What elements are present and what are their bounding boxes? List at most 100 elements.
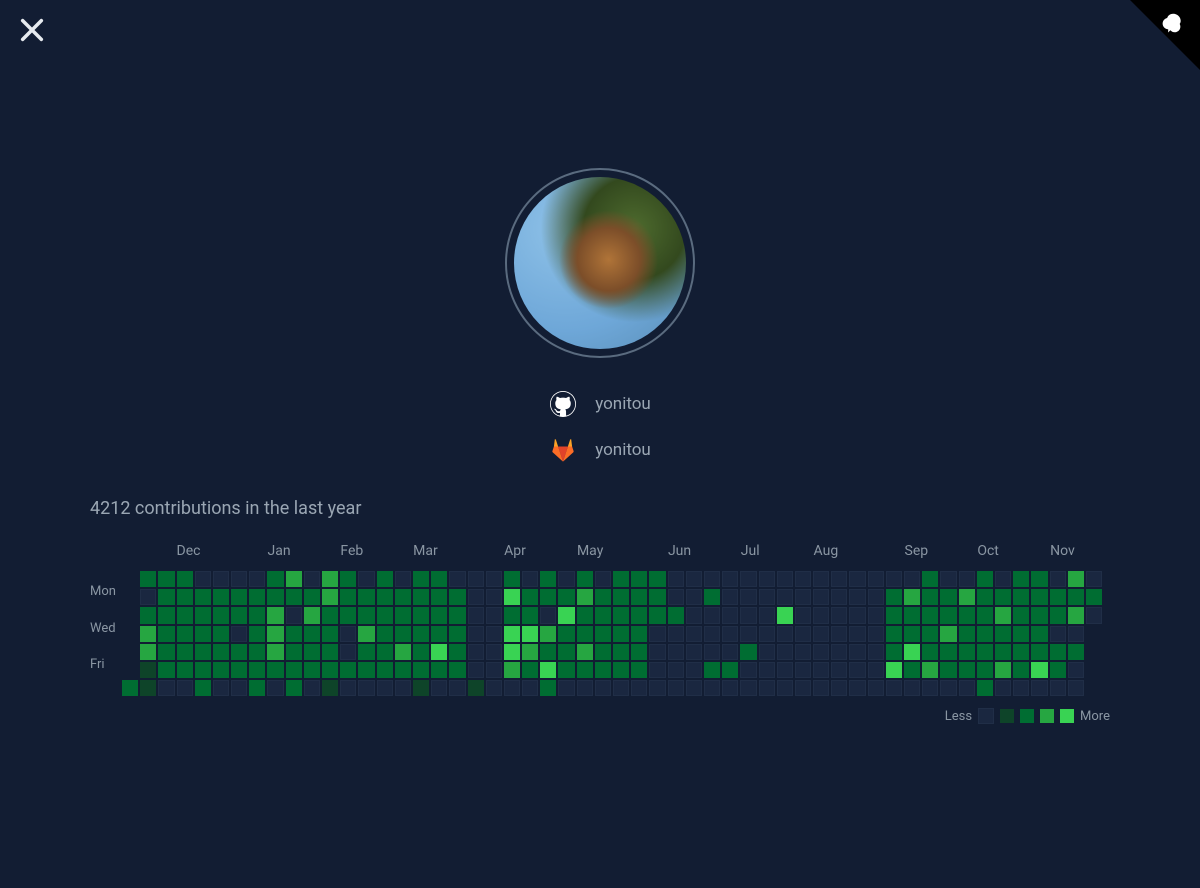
heatmap-day[interactable] <box>340 589 356 605</box>
heatmap-day[interactable] <box>668 662 684 678</box>
heatmap-day[interactable] <box>395 626 411 642</box>
heatmap-day[interactable] <box>449 644 465 660</box>
heatmap-day[interactable] <box>777 680 793 696</box>
heatmap-day[interactable] <box>468 626 484 642</box>
heatmap-day[interactable] <box>195 626 211 642</box>
heatmap-day[interactable] <box>704 680 720 696</box>
heatmap-day[interactable] <box>959 571 975 587</box>
heatmap-day[interactable] <box>304 662 320 678</box>
heatmap-day[interactable] <box>1068 680 1084 696</box>
heatmap-day[interactable] <box>1031 680 1047 696</box>
heatmap-day[interactable] <box>577 680 593 696</box>
heatmap-day[interactable] <box>759 589 775 605</box>
heatmap-day[interactable] <box>740 626 756 642</box>
heatmap-day[interactable] <box>995 589 1011 605</box>
heatmap-day[interactable] <box>831 626 847 642</box>
heatmap-day[interactable] <box>759 607 775 623</box>
heatmap-day[interactable] <box>886 607 902 623</box>
heatmap-day[interactable] <box>1050 607 1066 623</box>
heatmap-day[interactable] <box>249 680 265 696</box>
heatmap-day[interactable] <box>140 607 156 623</box>
heatmap-day[interactable] <box>340 571 356 587</box>
heatmap-day[interactable] <box>722 644 738 660</box>
heatmap-day[interactable] <box>631 662 647 678</box>
heatmap-day[interactable] <box>322 571 338 587</box>
heatmap-day[interactable] <box>668 571 684 587</box>
heatmap-day[interactable] <box>704 571 720 587</box>
heatmap-day[interactable] <box>177 680 193 696</box>
heatmap-day[interactable] <box>358 589 374 605</box>
heatmap-day[interactable] <box>558 589 574 605</box>
heatmap-day[interactable] <box>759 644 775 660</box>
heatmap-day[interactable] <box>395 680 411 696</box>
heatmap-day[interactable] <box>959 626 975 642</box>
heatmap-day[interactable] <box>649 644 665 660</box>
heatmap-day[interactable] <box>740 680 756 696</box>
heatmap-day[interactable] <box>195 571 211 587</box>
heatmap-day[interactable] <box>1031 662 1047 678</box>
heatmap-day[interactable] <box>377 589 393 605</box>
heatmap-day[interactable] <box>504 644 520 660</box>
heatmap-day[interactable] <box>213 644 229 660</box>
heatmap-day[interactable] <box>267 607 283 623</box>
heatmap-day[interactable] <box>377 644 393 660</box>
heatmap-day[interactable] <box>504 607 520 623</box>
heatmap-day[interactable] <box>431 626 447 642</box>
heatmap-day[interactable] <box>377 607 393 623</box>
heatmap-day[interactable] <box>395 589 411 605</box>
heatmap-day[interactable] <box>267 626 283 642</box>
heatmap-day[interactable] <box>795 607 811 623</box>
heatmap-day[interactable] <box>340 662 356 678</box>
heatmap-day[interactable] <box>413 607 429 623</box>
heatmap-day[interactable] <box>740 571 756 587</box>
heatmap-day[interactable] <box>777 589 793 605</box>
heatmap-day[interactable] <box>940 626 956 642</box>
heatmap-day[interactable] <box>468 644 484 660</box>
heatmap-day[interactable] <box>977 589 993 605</box>
heatmap-day[interactable] <box>449 662 465 678</box>
heatmap-day[interactable] <box>995 571 1011 587</box>
heatmap-day[interactable] <box>686 571 702 587</box>
heatmap-day[interactable] <box>740 589 756 605</box>
heatmap-day[interactable] <box>249 589 265 605</box>
heatmap-day[interactable] <box>722 680 738 696</box>
heatmap-day[interactable] <box>886 662 902 678</box>
heatmap-day[interactable] <box>558 644 574 660</box>
heatmap-day[interactable] <box>922 571 938 587</box>
heatmap-day[interactable] <box>1013 571 1029 587</box>
heatmap-day[interactable] <box>722 607 738 623</box>
heatmap-day[interactable] <box>886 571 902 587</box>
heatmap-day[interactable] <box>213 662 229 678</box>
heatmap-day[interactable] <box>158 662 174 678</box>
heatmap-day[interactable] <box>631 680 647 696</box>
heatmap-day[interactable] <box>322 626 338 642</box>
heatmap-day[interactable] <box>504 680 520 696</box>
heatmap-day[interactable] <box>340 680 356 696</box>
heatmap-day[interactable] <box>304 626 320 642</box>
heatmap-day[interactable] <box>1050 680 1066 696</box>
heatmap-day[interactable] <box>995 607 1011 623</box>
heatmap-day[interactable] <box>267 644 283 660</box>
heatmap-day[interactable] <box>777 607 793 623</box>
heatmap-day[interactable] <box>504 571 520 587</box>
heatmap-day[interactable] <box>286 680 302 696</box>
heatmap-day[interactable] <box>486 626 502 642</box>
heatmap-day[interactable] <box>740 644 756 660</box>
heatmap-day[interactable] <box>886 644 902 660</box>
heatmap-day[interactable] <box>504 662 520 678</box>
heatmap-day[interactable] <box>940 680 956 696</box>
heatmap-day[interactable] <box>504 626 520 642</box>
heatmap-day[interactable] <box>231 644 247 660</box>
heatmap-day[interactable] <box>668 626 684 642</box>
heatmap-day[interactable] <box>904 644 920 660</box>
heatmap-day[interactable] <box>831 644 847 660</box>
heatmap-day[interactable] <box>468 607 484 623</box>
heatmap-day[interactable] <box>813 589 829 605</box>
heatmap-day[interactable] <box>213 589 229 605</box>
heatmap-day[interactable] <box>449 680 465 696</box>
heatmap-day[interactable] <box>486 662 502 678</box>
heatmap-day[interactable] <box>286 571 302 587</box>
heatmap-day[interactable] <box>286 644 302 660</box>
heatmap-day[interactable] <box>1013 626 1029 642</box>
heatmap-day[interactable] <box>813 644 829 660</box>
